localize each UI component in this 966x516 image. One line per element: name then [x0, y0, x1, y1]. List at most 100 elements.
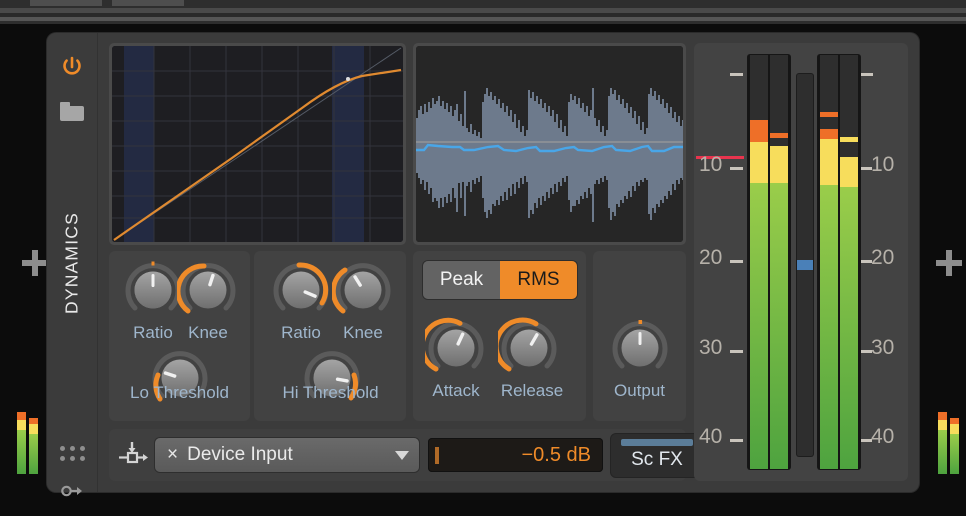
edge-meter-left-b [29, 418, 38, 474]
hi-knee-knob[interactable] [332, 259, 394, 321]
gain-reduction-strip [797, 74, 813, 456]
scale-tick-right-10 [859, 167, 872, 170]
meter-peak-hold [840, 137, 858, 142]
scale-label-left-30: 30 [699, 336, 722, 360]
meter-scale-area: 10 10 20 20 30 30 40 40 [694, 43, 908, 481]
meter-yellow [29, 424, 38, 434]
scfx-indicator-bar [621, 439, 693, 446]
release-knob[interactable] [498, 317, 560, 379]
release-label: Release [484, 381, 580, 401]
meter-orange [750, 125, 768, 142]
hi-threshold-label: Hi Threshold [255, 383, 406, 403]
lo-threshold-label: Lo Threshold [104, 383, 255, 403]
lo-knee-band [124, 46, 154, 242]
scale-label-right-30: 30 [871, 336, 894, 360]
clear-source-icon[interactable]: × [167, 444, 178, 466]
edge-meter-right-b [950, 418, 959, 474]
lo-knee-knob[interactable] [177, 259, 239, 321]
scale-label-right-20: 20 [871, 246, 894, 270]
dot-grid-icon[interactable] [60, 446, 85, 462]
add-device-right-button[interactable] [936, 250, 962, 276]
meter-group-left [748, 55, 790, 469]
power-icon [60, 55, 84, 79]
meter-right-out [840, 55, 858, 469]
sidechain-bar: × Device Input −0.5 dB Sc FX [109, 429, 686, 481]
meter-green [820, 185, 838, 469]
power-button[interactable] [47, 47, 97, 87]
hi-knee-label: Knee [322, 323, 404, 343]
meter-yellow [938, 420, 947, 430]
meter-yellow [840, 157, 858, 187]
sidechain-source-dropdown[interactable]: × Device Input [155, 438, 419, 472]
meter-green [17, 430, 26, 474]
meter-yellow [750, 142, 768, 183]
attack-knob[interactable] [425, 317, 487, 379]
meter-peak-hold [750, 120, 768, 125]
scale-tick-right-40 [859, 439, 872, 442]
chevron-down-icon[interactable] [395, 451, 409, 460]
detector-mode-toggle[interactable]: Peak RMS [423, 261, 577, 299]
sidechain-source-value: Device Input [187, 444, 293, 466]
meter-right-in [820, 55, 838, 469]
add-device-left-button[interactable] [22, 250, 48, 276]
meter-orange [938, 412, 947, 420]
scale-tick-top-left [730, 73, 743, 76]
scale-label-left-20: 20 [699, 246, 722, 270]
sidechain-fx-button[interactable]: Sc FX [611, 434, 703, 477]
meter-orange [29, 418, 38, 424]
scfx-label: Sc FX [631, 449, 683, 471]
sidechain-routing-icon[interactable] [117, 440, 151, 470]
hi-ratio-knob[interactable] [270, 259, 332, 321]
device-title: DYNAMICS [47, 183, 97, 343]
waveform-panel[interactable] [413, 43, 686, 245]
transfer-curve-panel[interactable] [109, 43, 406, 245]
chrome-tab-right[interactable] [112, 0, 184, 6]
meter-green [29, 434, 38, 474]
transfer-curve-display[interactable] [112, 46, 403, 242]
gain-level-tick [435, 447, 439, 464]
scale-tick-left-30 [730, 350, 743, 353]
chrome-tab-left[interactable] [30, 0, 102, 6]
meter-green [950, 434, 959, 474]
meter-group-right [818, 55, 860, 469]
modulation-key-icon[interactable] [61, 483, 85, 504]
window-chrome-shadow [0, 21, 966, 24]
scale-tick-left-40 [730, 439, 743, 442]
device-rail: DYNAMICS [47, 33, 98, 492]
meter-peak-hold [820, 112, 838, 117]
meter-orange [17, 412, 26, 420]
scale-label-left-10: 10 [699, 153, 722, 177]
scale-tick-top-right [860, 73, 873, 76]
sidechain-gain-field[interactable]: −0.5 dB [428, 438, 603, 472]
meter-green [770, 183, 788, 469]
output-knob[interactable] [609, 317, 671, 379]
meter-orange [820, 129, 838, 139]
meter-green [840, 187, 858, 469]
meter-peak-hold [770, 133, 788, 138]
lo-knee-label: Knee [167, 323, 249, 343]
meter-left-in [750, 55, 768, 469]
output-group: Output [593, 251, 686, 421]
edge-meter-right-a [938, 412, 947, 474]
transfer-curve-graph [112, 46, 403, 242]
scale-label-right-10: 10 [871, 153, 894, 177]
meter-yellow [770, 146, 788, 183]
meter-orange [950, 418, 959, 424]
output-label: Output [591, 381, 688, 401]
edge-meter-left-a [17, 412, 26, 474]
preset-folder-button[interactable] [47, 93, 97, 129]
rms-mode-button[interactable]: RMS [500, 261, 577, 299]
meter-yellow [820, 139, 838, 185]
waveform-display[interactable] [416, 46, 683, 242]
device-main: Ratio Knee Lo Threshold [98, 33, 919, 492]
lo-ratio-knob[interactable] [122, 259, 184, 321]
meter-panel: 10 10 20 20 30 30 40 40 [694, 43, 908, 481]
meter-yellow [950, 424, 959, 434]
peak-mode-button[interactable]: Peak [423, 261, 500, 299]
detector-group: Peak RMS Attack Rel [413, 251, 586, 421]
hi-band-group: Ratio Knee Hi Threshold [254, 251, 406, 421]
scale-tick-right-20 [859, 260, 872, 263]
meter-green [750, 183, 768, 469]
meter-green [938, 430, 947, 474]
gain-reduction-marker [797, 260, 813, 270]
